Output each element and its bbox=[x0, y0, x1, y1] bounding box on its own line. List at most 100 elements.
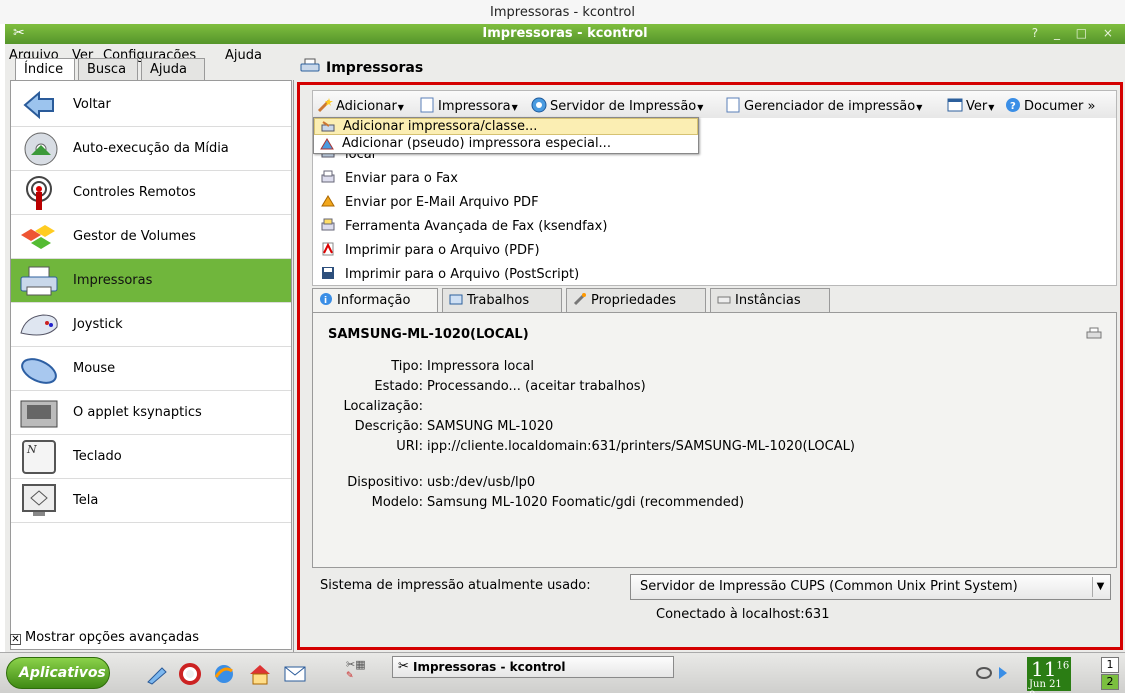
info-row: Modelo: Samsung ML-1020 Foomatic/gdi (rec… bbox=[371, 495, 745, 510]
applications-menu-button[interactable]: Aplicativos bbox=[6, 657, 110, 689]
media-autorun-icon bbox=[24, 132, 58, 166]
tools-icon: ✂ bbox=[398, 659, 409, 674]
special-printer-icon bbox=[320, 138, 334, 150]
pdf-icon bbox=[322, 242, 334, 256]
module-heading: Impressoras bbox=[300, 58, 423, 80]
svg-text:?: ? bbox=[1010, 101, 1016, 112]
desktop-1-button[interactable]: 1 bbox=[1101, 657, 1119, 673]
home-icon[interactable] bbox=[248, 663, 272, 685]
sidebar-item-gestor-volumes[interactable]: Gestor de Volumes bbox=[11, 215, 291, 259]
print-icon[interactable] bbox=[1086, 327, 1102, 341]
sidebar-item-controles-remotos[interactable]: Controles Remotos bbox=[11, 171, 291, 215]
sidebar-item-voltar[interactable]: Voltar bbox=[11, 83, 291, 127]
view-icon bbox=[947, 98, 963, 112]
properties-icon bbox=[573, 293, 586, 306]
tab-trabalhos[interactable]: Trabalhos bbox=[442, 288, 562, 312]
volumes-icon bbox=[21, 225, 55, 249]
page-title: Impressoras bbox=[326, 60, 424, 76]
sidebar-item-tela[interactable]: Tela bbox=[11, 479, 291, 523]
mouse-icon bbox=[21, 358, 57, 384]
tab-propriedades[interactable]: Propriedades bbox=[566, 288, 706, 312]
menu-item-adicionar-impressora[interactable]: Adicionar impressora/classe... bbox=[314, 118, 698, 135]
sidebar-item-label: O applet ksynaptics bbox=[73, 405, 202, 420]
clock-minutes: 16 bbox=[1056, 660, 1070, 672]
list-item[interactable]: Imprimir para o Arquivo (PDF) bbox=[321, 242, 540, 258]
toolbar-gerenciador[interactable]: Gerenciador de impressão▼ bbox=[725, 97, 922, 114]
server-icon bbox=[531, 97, 547, 113]
toolbar-impressora[interactable]: Impressora▼ bbox=[419, 97, 518, 114]
print-system-select[interactable]: Servidor de Impressão CUPS (Common Unix … bbox=[630, 574, 1111, 600]
svg-text:✎: ✎ bbox=[346, 671, 354, 678]
tab-busca[interactable]: Busca bbox=[78, 58, 138, 80]
list-item[interactable]: Enviar por E-Mail Arquivo PDF bbox=[321, 194, 539, 210]
sidebar-item-autoexecucao[interactable]: Auto-execução da Mídia bbox=[11, 127, 291, 171]
top-banner: Impressoras - kcontrol bbox=[0, 0, 1125, 24]
sidebar-item-teclado[interactable]: N Teclado bbox=[11, 435, 291, 479]
menu-item-adicionar-especial[interactable]: Adicionar (pseudo) impressora especial..… bbox=[314, 136, 698, 153]
mail-icon[interactable] bbox=[283, 663, 307, 685]
touchpad-icon bbox=[20, 400, 58, 428]
toolbar-ver[interactable]: Ver▼ bbox=[947, 97, 994, 114]
info-row: Estado: Processando... (aceitar trabalhos… bbox=[374, 379, 646, 394]
chevron-down-icon[interactable]: ▼ bbox=[1092, 577, 1108, 597]
chevron-down-icon: ▼ bbox=[511, 103, 518, 112]
printer-name: SAMSUNG-ML-1020(LOCAL) bbox=[328, 327, 529, 342]
toolbar-adicionar[interactable]: Adicionar▼ bbox=[317, 97, 404, 114]
tab-ajuda[interactable]: Ajuda bbox=[141, 58, 205, 80]
chevron-down-icon: ▼ bbox=[697, 103, 704, 112]
list-item[interactable]: Imprimir para o Arquivo (PostScript) bbox=[321, 266, 579, 282]
sidebar-item-ksynaptics[interactable]: O applet ksynaptics bbox=[11, 391, 291, 435]
list-item[interactable]: Enviar para o Fax bbox=[321, 170, 458, 186]
info-icon: i bbox=[320, 293, 332, 306]
toolbar-servidor[interactable]: Servidor de Impressão▼ bbox=[531, 97, 703, 114]
help-lifebuoy-icon[interactable] bbox=[178, 663, 202, 685]
tab-instancias[interactable]: Instâncias bbox=[710, 288, 830, 312]
taskbar-item-kcontrol[interactable]: ✂ Impressoras - kcontrol bbox=[392, 656, 674, 678]
tab-informacao[interactable]: i Informação bbox=[312, 288, 438, 313]
print-system-value: Servidor de Impressão CUPS (Common Unix … bbox=[640, 579, 1018, 594]
print-system-label: Sistema de impressão atualmente usado: bbox=[320, 578, 591, 593]
svg-text:N: N bbox=[26, 443, 37, 456]
sidebar-item-impressoras[interactable]: Impressoras bbox=[11, 259, 291, 303]
info-row: Localização: bbox=[343, 399, 423, 414]
systray-tools-icon[interactable]: ✂▦✎ bbox=[346, 656, 370, 678]
wand-icon bbox=[317, 98, 333, 113]
fax-tool-icon bbox=[321, 218, 335, 231]
sidebar-item-mouse[interactable]: Mouse bbox=[11, 347, 291, 391]
advanced-options-toggle[interactable]: ✕ Mostrar opções avançadas bbox=[10, 630, 199, 645]
svg-text:i: i bbox=[324, 296, 327, 306]
pencil-icon[interactable] bbox=[145, 663, 169, 685]
chevron-down-icon: ▼ bbox=[397, 103, 404, 112]
toolbar-documentacao[interactable]: ? Documer » bbox=[1005, 97, 1095, 114]
network-icon[interactable] bbox=[975, 663, 1011, 683]
window-titlebar[interactable]: ✂ Impressoras - kcontrol ? _ □ × bbox=[5, 24, 1125, 44]
adicionar-dropdown-menu: Adicionar impressora/classe... Adicionar… bbox=[313, 117, 699, 154]
page-icon bbox=[420, 97, 434, 113]
sidebar-item-label: Controles Remotos bbox=[73, 185, 196, 200]
keyboard-icon: N bbox=[22, 440, 56, 474]
advanced-options-checkbox[interactable]: ✕ bbox=[10, 634, 21, 645]
info-row: URI: ipp://cliente.localdomain:631/printe… bbox=[396, 439, 855, 454]
sidebar-item-label: Voltar bbox=[73, 97, 111, 112]
sidebar-item-joystick[interactable]: Joystick bbox=[11, 303, 291, 347]
fax-icon bbox=[321, 170, 335, 183]
desktop-2-button[interactable]: 2 bbox=[1101, 674, 1119, 690]
window-controls[interactable]: ? _ □ × bbox=[1032, 26, 1119, 40]
tab-indice[interactable]: Índice bbox=[15, 58, 75, 81]
sidebar-item-label: Tela bbox=[73, 493, 99, 508]
sidebar-item-label: Mouse bbox=[73, 361, 116, 376]
clock-hour: 11 bbox=[1031, 657, 1057, 681]
save-icon bbox=[322, 267, 334, 279]
clock[interactable]: 1116 Jun 21 0 bbox=[1027, 657, 1071, 693]
sidebar-item-label: Impressoras bbox=[73, 273, 153, 288]
browser-icon[interactable] bbox=[212, 663, 236, 685]
printer-toolbar: Adicionar▼ Impressora▼ Servidor de Impre… bbox=[312, 90, 1117, 120]
joystick-icon bbox=[20, 314, 58, 336]
printer-icon bbox=[20, 266, 58, 296]
help-icon: ? bbox=[1006, 98, 1020, 112]
svg-text:✂▦: ✂▦ bbox=[346, 658, 366, 671]
list-item[interactable]: Ferramenta Avançada de Fax (ksendfax) bbox=[321, 218, 607, 234]
window-title: Impressoras - kcontrol bbox=[482, 26, 648, 41]
email-pdf-icon bbox=[321, 195, 335, 207]
menu-ajuda[interactable]: Ajuda bbox=[225, 48, 262, 63]
